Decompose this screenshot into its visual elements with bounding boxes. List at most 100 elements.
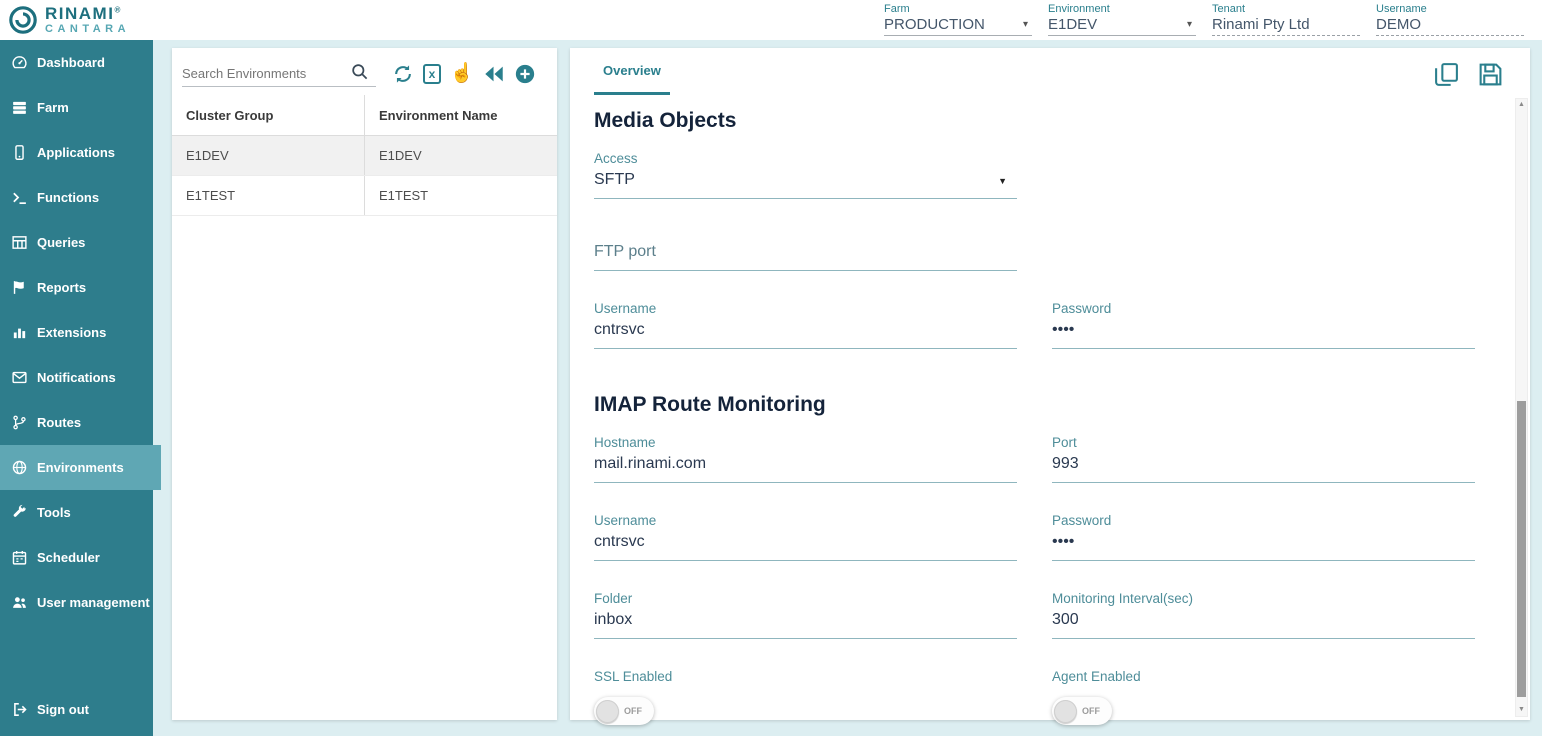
queries-icon	[11, 234, 28, 251]
sidebar-item-label: Tools	[37, 505, 71, 520]
toggle-knob[interactable]	[596, 700, 619, 723]
sidebar-item-label: Applications	[37, 145, 115, 160]
environment-label: Environment	[1048, 3, 1196, 15]
environments-icon	[11, 459, 28, 476]
collapse-panel-button[interactable]	[483, 63, 505, 85]
imap-username-field[interactable]: Username cntrsvc	[594, 513, 1017, 561]
media-username-field[interactable]: Username cntrsvc	[594, 301, 1017, 349]
detail-tabbar: Overview	[570, 48, 1530, 95]
imap-username-value[interactable]: cntrsvc	[594, 533, 1017, 553]
sidebar-item-applications[interactable]: Applications	[0, 130, 153, 175]
cell-environment-name[interactable]: E1TEST	[365, 176, 558, 216]
sidebar-item-label: Environments	[37, 460, 124, 475]
cell-cluster-group[interactable]: E1DEV	[172, 136, 365, 176]
sidebar-item-farm[interactable]: Farm	[0, 85, 153, 130]
access-label: Access	[594, 151, 1017, 166]
search-field[interactable]	[182, 60, 376, 87]
select-pointer-button[interactable]: ☝	[450, 64, 474, 83]
media-username-label: Username	[594, 301, 1017, 316]
farm-selector[interactable]: Farm PRODUCTION▾	[884, 3, 1032, 38]
copy-button[interactable]	[1433, 61, 1460, 88]
save-icon	[1477, 61, 1504, 88]
access-select-field[interactable]: Access SFTP ▼	[594, 151, 1017, 199]
farm-icon	[11, 99, 28, 116]
search-icon[interactable]	[350, 62, 369, 81]
imap-port-value[interactable]: 993	[1052, 455, 1475, 475]
imap-folder-field[interactable]: Folder inbox	[594, 591, 1017, 639]
environment-detail-panel: Overview Media Objects Access S	[570, 48, 1530, 720]
agent-enabled-toggle[interactable]: OFF	[1052, 697, 1112, 725]
copy-icon	[1433, 61, 1460, 88]
sidebar-item-extensions[interactable]: Extensions	[0, 310, 153, 355]
add-environment-button[interactable]	[514, 63, 536, 85]
imap-password-field[interactable]: Password ••••	[1052, 513, 1475, 561]
cell-cluster-group[interactable]: E1TEST	[172, 176, 365, 216]
sidebar-item-label: Reports	[37, 280, 86, 295]
agent-enabled-field: Agent Enabled OFF	[1052, 669, 1475, 732]
sidebar-item-label: Routes	[37, 415, 81, 430]
search-input[interactable]	[182, 66, 350, 81]
sidebar-item-functions[interactable]: Functions	[0, 175, 153, 220]
imap-hostname-value[interactable]: mail.rinami.com	[594, 455, 1017, 475]
sidebar-item-queries[interactable]: Queries	[0, 220, 153, 265]
monitoring-interval-field[interactable]: Monitoring Interval(sec) 300	[1052, 591, 1475, 639]
tenant-label: Tenant	[1212, 3, 1360, 15]
registered-mark: ®	[114, 5, 121, 14]
scroll-down-arrow-icon[interactable]: ▼	[1516, 704, 1527, 716]
ssl-enabled-label: SSL Enabled	[594, 669, 1017, 684]
caret-down-icon[interactable]: ▾	[1023, 19, 1028, 30]
media-username-value[interactable]: cntrsvc	[594, 321, 1017, 341]
list-toolbar: x ☝	[172, 48, 557, 91]
sidebar-item-scheduler[interactable]: Scheduler	[0, 535, 153, 580]
vertical-scrollbar[interactable]: ▲ ▼	[1515, 98, 1528, 717]
scroll-up-arrow-icon[interactable]: ▲	[1516, 99, 1527, 111]
media-password-value[interactable]: ••••	[1052, 321, 1475, 341]
sidebar-item-label: Functions	[37, 190, 99, 205]
table-row[interactable]: E1TEST E1TEST	[172, 176, 557, 216]
export-excel-button[interactable]: x	[423, 64, 441, 84]
toggle-knob[interactable]	[1054, 700, 1077, 723]
refresh-button[interactable]	[392, 63, 414, 85]
spacer	[1052, 229, 1475, 271]
tab-overview[interactable]: Overview	[594, 63, 670, 95]
save-button[interactable]	[1477, 61, 1504, 88]
sidebar-item-tools[interactable]: Tools	[0, 490, 153, 535]
imap-hostname-field[interactable]: Hostname mail.rinami.com	[594, 435, 1017, 483]
tools-icon	[11, 504, 28, 521]
caret-down-icon[interactable]: ▾	[1187, 19, 1192, 30]
imap-folder-value[interactable]: inbox	[594, 611, 1017, 631]
logo-title: RINAMI®	[45, 5, 130, 22]
sidebar-item-notifications[interactable]: Notifications	[0, 355, 153, 400]
routes-icon	[11, 414, 28, 431]
environment-selector[interactable]: Environment E1DEV▾	[1048, 3, 1196, 38]
ftp-port-field[interactable]: FTP port	[594, 229, 1017, 271]
notifications-icon	[11, 369, 28, 386]
sidebar-item-environments[interactable]: Environments	[0, 445, 161, 490]
column-header-cluster-group: Cluster Group	[172, 95, 365, 136]
sign-out-button[interactable]: Sign out	[0, 688, 153, 730]
scrollbar-thumb[interactable]	[1517, 401, 1526, 697]
monitoring-interval-value[interactable]: 300	[1052, 611, 1475, 631]
dropdown-caret-icon[interactable]: ▼	[998, 176, 1007, 186]
table-row[interactable]: E1DEV E1DEV	[172, 136, 557, 176]
imap-port-field[interactable]: Port 993	[1052, 435, 1475, 483]
media-password-field[interactable]: Password ••••	[1052, 301, 1475, 349]
overview-content: Media Objects Access SFTP ▼ FTP port Use…	[570, 95, 1530, 732]
sidebar-item-user-management[interactable]: User management	[0, 580, 153, 625]
refresh-icon	[392, 63, 414, 85]
sidebar-item-label: Queries	[37, 235, 85, 250]
tenant-display: Tenant Rinami Pty Ltd	[1212, 3, 1360, 38]
access-value[interactable]: SFTP	[594, 171, 1017, 191]
monitoring-interval-label: Monitoring Interval(sec)	[1052, 591, 1475, 606]
sidebar-item-dashboard[interactable]: Dashboard	[0, 40, 153, 85]
sidebar-item-routes[interactable]: Routes	[0, 400, 153, 445]
table-header-row: Cluster Group Environment Name	[172, 95, 557, 136]
sidebar-item-reports[interactable]: Reports	[0, 265, 153, 310]
column-header-environment-name: Environment Name	[365, 95, 558, 136]
ftp-port-label: FTP port	[594, 243, 1017, 263]
ssl-enabled-toggle[interactable]: OFF	[594, 697, 654, 725]
imap-password-value[interactable]: ••••	[1052, 533, 1475, 553]
section-title-media-objects: Media Objects	[594, 109, 1475, 133]
cell-environment-name[interactable]: E1DEV	[365, 136, 558, 176]
farm-value: PRODUCTION	[884, 16, 985, 33]
